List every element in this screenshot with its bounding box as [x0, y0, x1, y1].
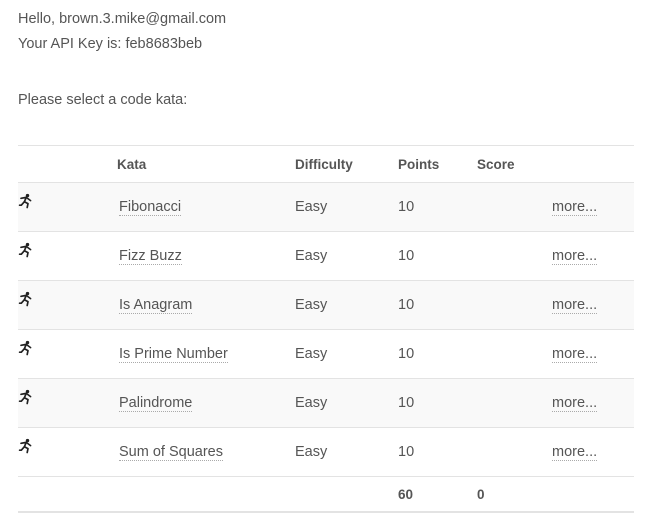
kata-score: [477, 427, 552, 477]
kata-runner-icon: [18, 389, 34, 405]
table-row-1: Fibonacci Easy 10 more...: [18, 182, 634, 232]
bottom-divider: [18, 512, 634, 513]
kata-name-link[interactable]: Is Anagram: [119, 297, 193, 314]
kata-difficulty: Easy: [295, 378, 398, 428]
kata-name-link[interactable]: Is Prime Number: [119, 346, 228, 363]
kata-select-prompt: Please select a code kata:: [18, 92, 188, 108]
total-points: 60: [398, 476, 477, 512]
header-points: Points: [398, 145, 477, 183]
more-link[interactable]: more...: [552, 395, 598, 412]
api-key-message: Your API Key is: feb8683beb: [18, 36, 203, 52]
kata-name-link[interactable]: Fibonacci: [119, 199, 182, 216]
kata-points: 10: [398, 182, 477, 232]
totals-row: 60 0: [18, 476, 634, 512]
kata-runner-icon: [18, 438, 34, 454]
kata-difficulty: Easy: [295, 231, 398, 281]
table-header-row: Kata Difficulty Points Score: [18, 145, 634, 183]
header-icon: [18, 145, 117, 183]
more-link[interactable]: more...: [552, 248, 598, 265]
header-more: [552, 145, 634, 183]
kata-points: 10: [398, 378, 477, 428]
table-row-3: Is Anagram Easy 10 more...: [18, 280, 634, 330]
kata-score: [477, 280, 552, 330]
kata-points: 10: [398, 427, 477, 477]
kata-runner-icon: [18, 291, 34, 307]
more-link[interactable]: more...: [552, 297, 598, 314]
greeting-block: Hello, brown.3.mike@gmail.com Your API K…: [18, 7, 226, 57]
more-link[interactable]: more...: [552, 444, 598, 461]
kata-name-link[interactable]: Fizz Buzz: [119, 248, 182, 265]
kata-points: 10: [398, 231, 477, 281]
more-link[interactable]: more...: [552, 346, 598, 363]
kata-points: 10: [398, 329, 477, 379]
kata-points: 10: [398, 280, 477, 330]
kata-difficulty: Easy: [295, 329, 398, 379]
kata-name-link[interactable]: Sum of Squares: [119, 444, 223, 461]
kata-score: [477, 182, 552, 232]
kata-table: Kata Difficulty Points Score Fibonacci E…: [18, 145, 634, 512]
kata-runner-icon: [18, 340, 34, 356]
kata-difficulty: Easy: [295, 427, 398, 477]
kata-name-link[interactable]: Palindrome: [119, 395, 193, 412]
kata-runner-icon: [18, 242, 34, 258]
kata-difficulty: Easy: [295, 280, 398, 330]
header-kata: Kata: [117, 145, 295, 183]
header-difficulty: Difficulty: [295, 145, 398, 183]
table-row-5: Palindrome Easy 10 more...: [18, 378, 634, 428]
kata-runner-icon: [18, 193, 34, 209]
header-score: Score: [477, 145, 552, 183]
kata-score: [477, 231, 552, 281]
kata-difficulty: Easy: [295, 182, 398, 232]
kata-score: [477, 329, 552, 379]
total-score: 0: [477, 476, 552, 512]
table-row-6: Sum of Squares Easy 10 more...: [18, 427, 634, 477]
hello-message: Hello, brown.3.mike@gmail.com: [18, 11, 227, 27]
table-row-2: Fizz Buzz Easy 10 more...: [18, 231, 634, 281]
kata-score: [477, 378, 552, 428]
more-link[interactable]: more...: [552, 199, 598, 216]
table-row-4: Is Prime Number Easy 10 more...: [18, 329, 634, 379]
